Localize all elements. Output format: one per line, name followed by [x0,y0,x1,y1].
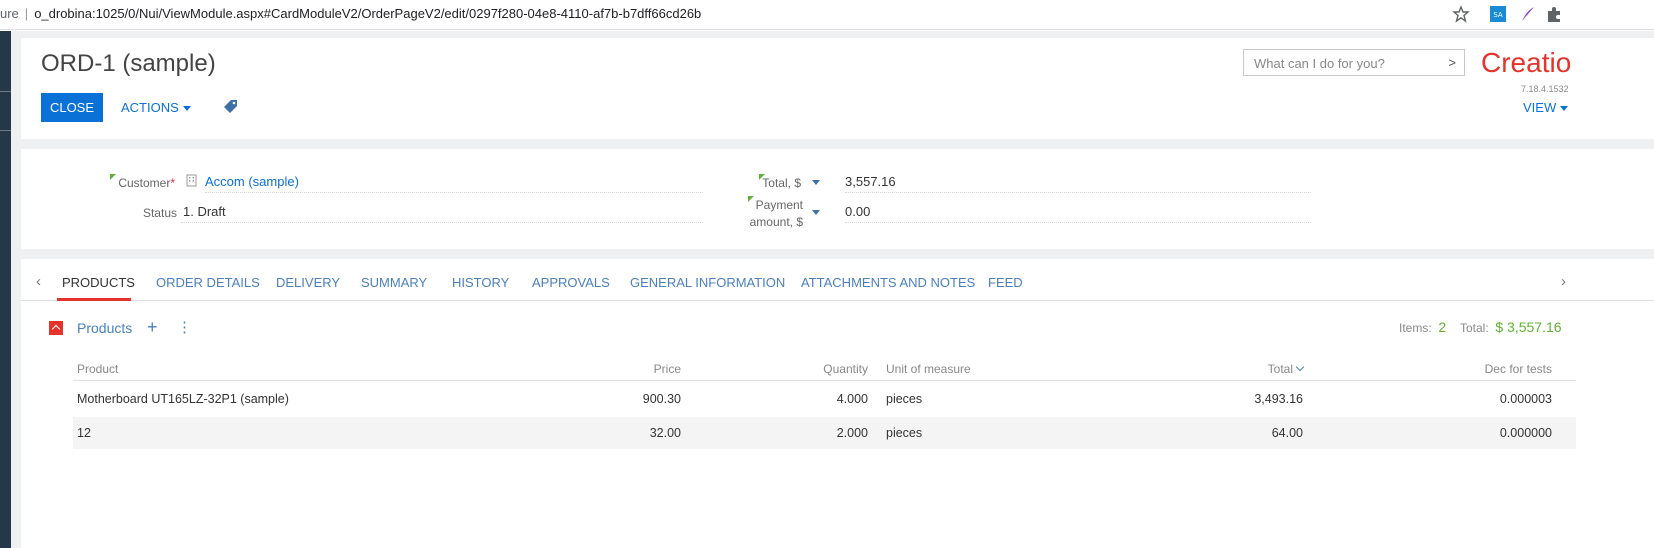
customer-field[interactable]: Accom (sample) [205,171,703,193]
actions-label: ACTIONS [121,100,179,115]
caret-down-icon [1560,106,1569,112]
actions-menu-button[interactable]: ACTIONS [121,100,191,115]
cell-product: Motherboard UT165LZ-32P1 (sample) [77,392,289,406]
record-header: ORD-1 (sample) CLOSE ACTIONS What can I … [21,38,1654,139]
payment-label-line2: amount, $ [749,215,803,229]
column-header-unit[interactable]: Unit of measure [886,362,971,376]
bookmark-star-icon[interactable] [1452,5,1470,23]
cell-price: 900.30 [642,392,681,406]
creatio-logo: Creatio [1481,47,1572,78]
column-header-price[interactable]: Price [573,362,681,376]
chevron-right-icon[interactable]: > [1448,55,1456,70]
total-field[interactable]: 3,557.16 [845,171,1311,193]
column-header-total[interactable]: Total [1203,362,1305,376]
table-row[interactable]: Motherboard UT165LZ-32P1 (sample) 900.30… [73,383,1576,415]
feather-extension-icon[interactable] [1519,5,1537,23]
tab-general-information[interactable]: GENERAL INFORMATION [630,275,785,290]
puzzle-extensions-icon[interactable] [1545,5,1563,23]
column-header-quantity[interactable]: Quantity [763,362,868,376]
collapse-section-icon[interactable] [49,321,63,335]
page-title: ORD-1 (sample) [41,50,216,77]
column-header-dec-for-tests[interactable]: Dec for tests [1443,362,1552,376]
cell-unit: pieces [886,392,923,406]
tab-attachments-and-notes[interactable]: ATTACHMENTS AND NOTES [801,275,975,290]
add-product-icon[interactable]: + [147,317,158,338]
payment-amount-field[interactable]: 0.00 [845,201,1311,223]
cell-quantity: 2.000 [836,426,868,440]
extension-icon[interactable]: SA [1489,5,1507,23]
active-tab-indicator [57,298,131,301]
cell-total: 64.00 [1271,426,1303,440]
products-section-title[interactable]: Products [77,320,132,336]
page-content: ORD-1 (sample) CLOSE ACTIONS What can I … [11,31,1654,548]
payment-label-line1: Payment [755,198,803,212]
currency-dropdown-icon[interactable] [812,180,820,185]
building-icon [186,174,197,187]
total-summary: Total: $ 3,557.16 [1460,319,1562,335]
total-label: Total, $ [762,176,801,190]
cell-unit: pieces [886,426,923,440]
command-search-input[interactable]: What can I do for you? > [1243,49,1465,76]
info-panel: Customer* Accom (sample) Status 1. Draft… [21,149,1654,249]
items-summary: Items: 2 [1399,319,1447,335]
cell-dec-for-tests: 0.000003 [1499,392,1552,406]
table-row[interactable]: 12 32.00 2.000 pieces 64.00 0.000000 [73,417,1576,449]
more-options-icon[interactable]: ⋮ [177,318,192,336]
cell-dec-for-tests: 0.000000 [1499,426,1552,440]
sort-desc-icon [1295,362,1305,372]
cell-quantity: 4.000 [836,392,868,406]
chevron-left-icon[interactable]: ‹ [36,273,41,290]
tag-icon[interactable] [223,99,239,115]
cell-product: 12 [77,426,91,440]
products-grid-header: Product Price Quantity Unit of measure T… [73,357,1576,381]
nav-divider [0,91,11,92]
customer-label: Customer* [118,176,175,190]
browser-address-bar[interactable]: ure | o_drobina:1025/0/Nui/ViewModule.aspx… [0,0,1654,30]
chevron-right-icon[interactable]: › [1561,273,1566,290]
view-menu-button[interactable]: VIEW [1523,100,1569,115]
tab-history[interactable]: HISTORY [452,275,509,290]
column-header-product[interactable]: Product [77,362,118,376]
tab-feed[interactable]: FEED [988,275,1023,290]
cell-total: 3,493.16 [1254,392,1303,406]
url-field[interactable]: ure | o_drobina:1025/0/Nui/ViewModule.aspx… [0,6,701,21]
svg-text:SA: SA [1493,11,1503,19]
tab-approvals[interactable]: APPROVALS [532,275,610,290]
close-button[interactable]: CLOSE [41,93,103,122]
tab-order-details[interactable]: ORDER DETAILS [156,275,260,290]
caret-down-icon [182,106,191,112]
left-nav-strip[interactable] [0,31,11,548]
currency-dropdown-icon[interactable] [812,210,820,215]
status-label: Status [142,206,177,220]
cell-price: 32.00 [649,426,681,440]
search-placeholder: What can I do for you? [1254,56,1385,71]
status-field[interactable]: 1. Draft [181,201,703,223]
nav-divider [0,130,11,131]
version-label: 7.18.4.1532 [1521,84,1569,94]
tab-bar: ‹ PRODUCTS ORDER DETAILS DELIVERY SUMMAR… [21,259,1654,301]
tab-products[interactable]: PRODUCTS [62,275,135,290]
tab-summary[interactable]: SUMMARY [361,275,427,290]
view-label: VIEW [1523,100,1557,115]
tab-panel: ‹ PRODUCTS ORDER DETAILS DELIVERY SUMMAR… [21,259,1654,548]
tab-delivery[interactable]: DELIVERY [276,275,340,290]
